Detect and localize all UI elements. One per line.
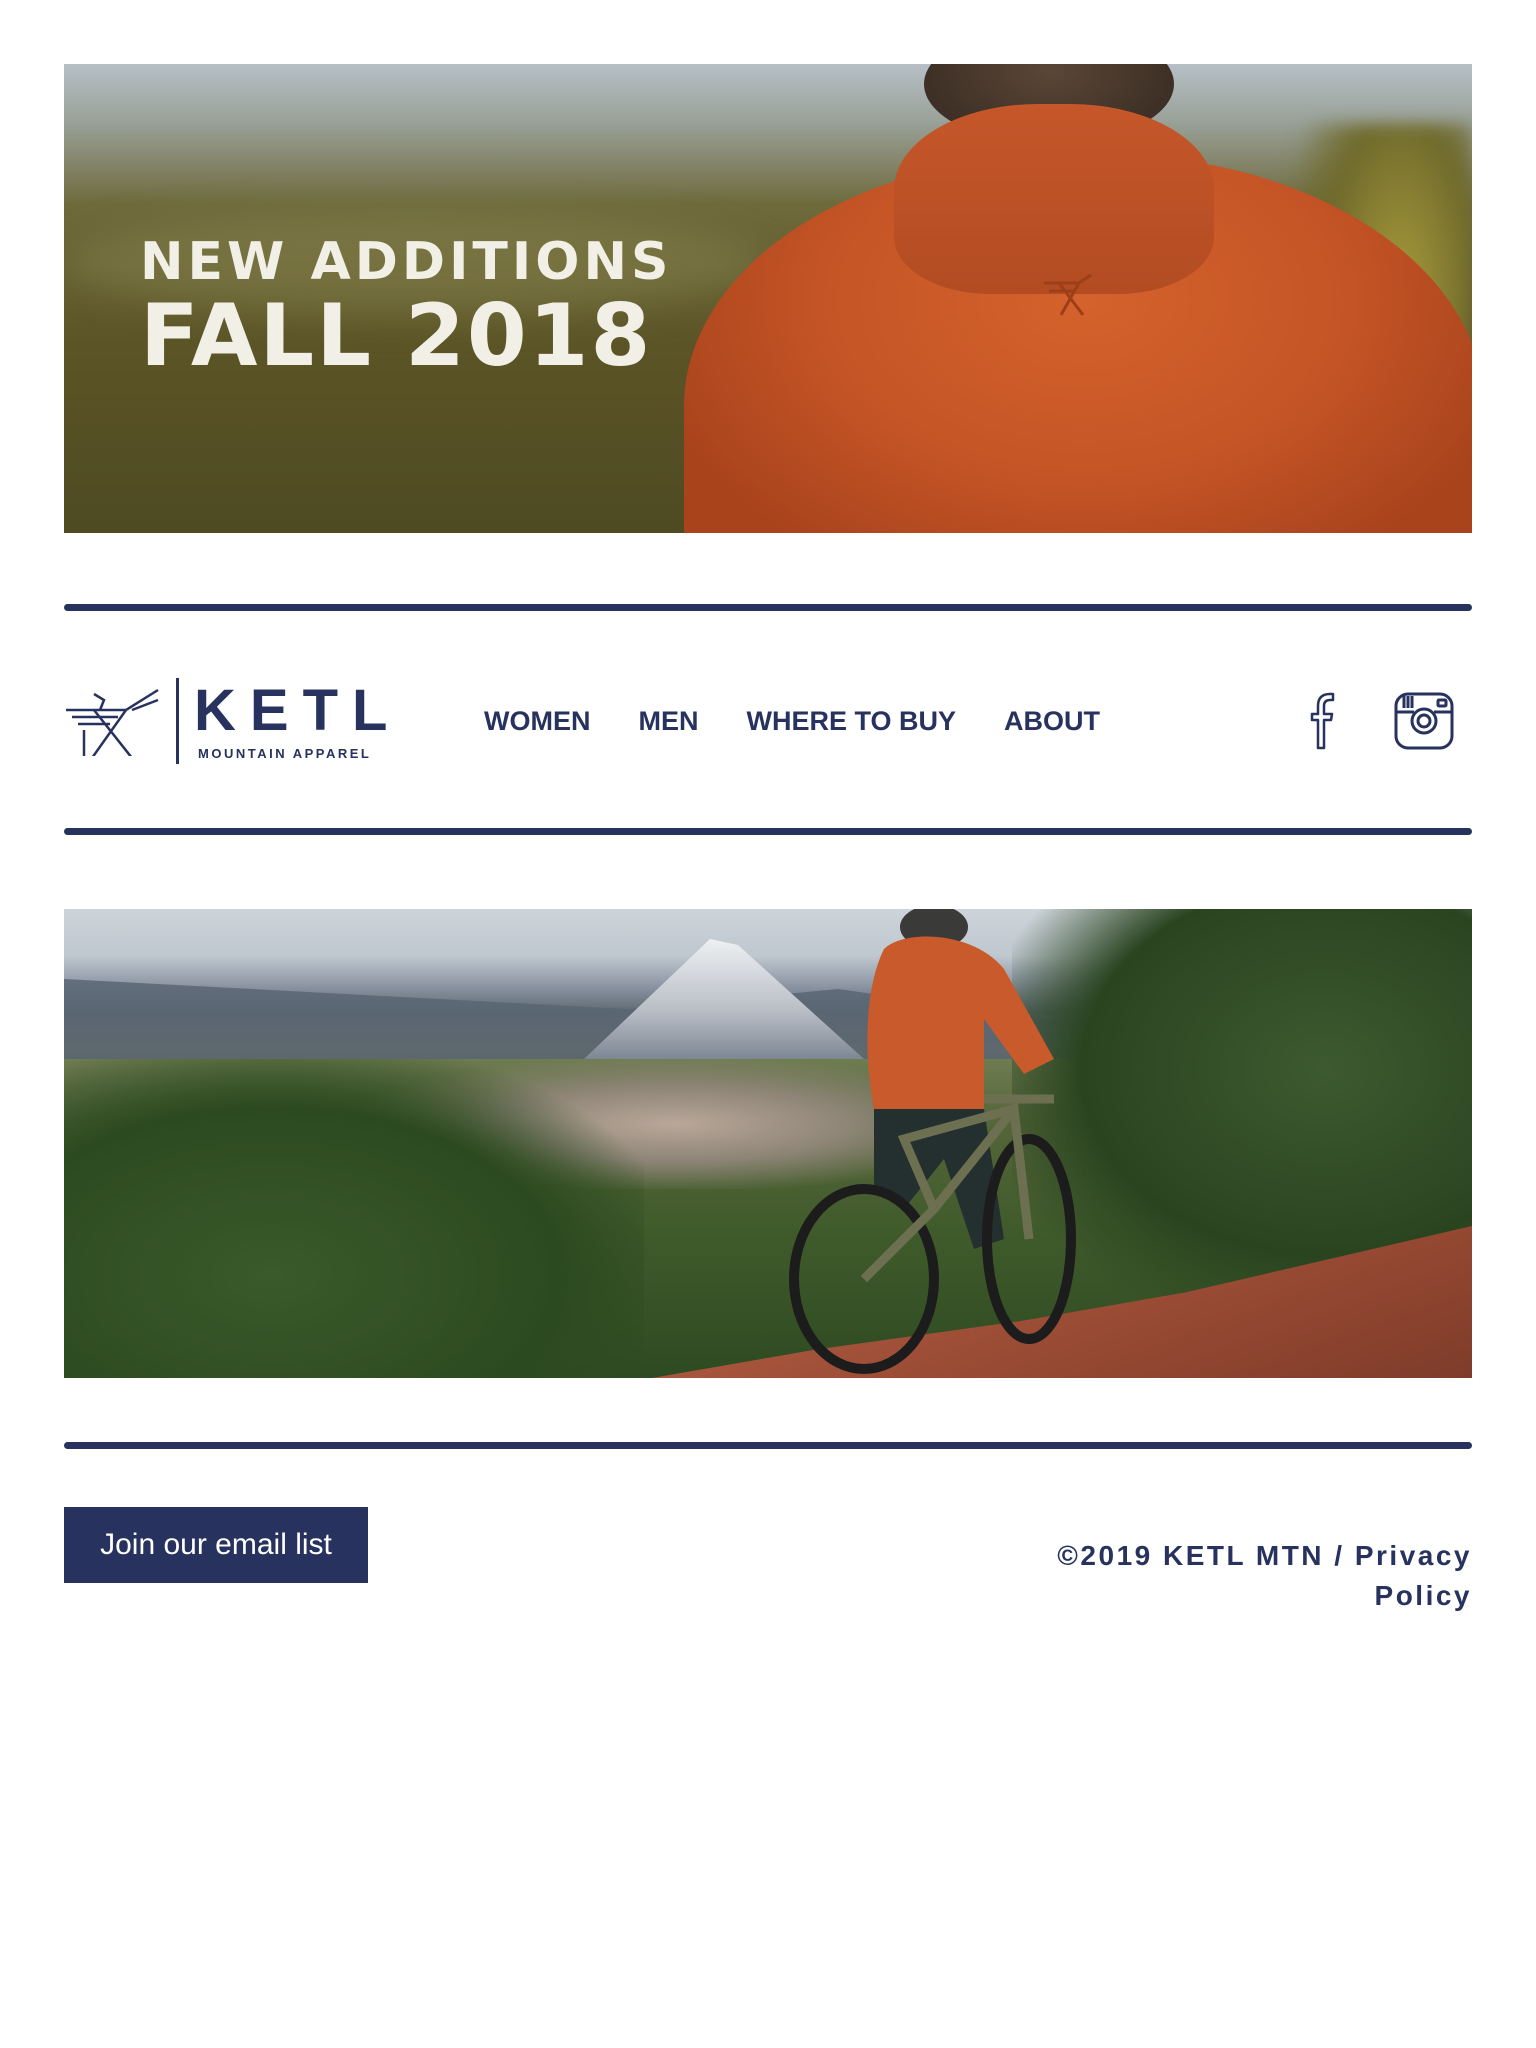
facebook-icon[interactable] xyxy=(1294,688,1354,752)
brand-tagline: MOUNTAIN APPAREL xyxy=(198,746,372,761)
copyright-text: ©2019 KETL MTN / xyxy=(1057,1540,1355,1571)
divider-middle xyxy=(64,828,1472,835)
feature-photo[interactable] xyxy=(64,909,1472,1378)
main-menu: WOMEN MEN WHERE TO BUY ABOUT xyxy=(484,706,1100,737)
nav-where-to-buy[interactable]: WHERE TO BUY xyxy=(746,706,956,737)
nav-women[interactable]: WOMEN xyxy=(484,706,590,737)
footer-copyright: ©2019 KETL MTN / Privacy Policy xyxy=(1052,1536,1472,1616)
jacket-logo-icon xyxy=(1044,273,1092,316)
nav-men[interactable]: MEN xyxy=(638,706,698,737)
hero-headline-line1: NEW ADDITIONS xyxy=(140,232,673,292)
brand-logo[interactable]: KETL MOUNTAIN APPAREL xyxy=(64,678,387,764)
navbar: KETL MOUNTAIN APPAREL WOMEN MEN WHERE TO… xyxy=(64,670,1472,770)
logo-divider xyxy=(176,678,179,764)
mountain-biker xyxy=(789,909,1076,1374)
eagle-logo-icon xyxy=(66,688,159,756)
divider-bottom xyxy=(64,1442,1472,1449)
divider-top xyxy=(64,604,1472,611)
hero-headline-line2: FALL 2018 xyxy=(140,286,653,386)
hero-jacket-hood xyxy=(894,104,1214,294)
photo-trees-left xyxy=(64,1059,644,1378)
privacy-policy-link[interactable]: Privacy Policy xyxy=(1355,1540,1472,1611)
join-email-list-button[interactable]: Join our email list xyxy=(64,1507,368,1583)
hero-banner[interactable]: NEW ADDITIONS FALL 2018 xyxy=(64,64,1472,533)
nav-about[interactable]: ABOUT xyxy=(1004,706,1100,737)
brand-wordmark: KETL xyxy=(194,678,402,743)
instagram-icon[interactable] xyxy=(1392,688,1456,752)
